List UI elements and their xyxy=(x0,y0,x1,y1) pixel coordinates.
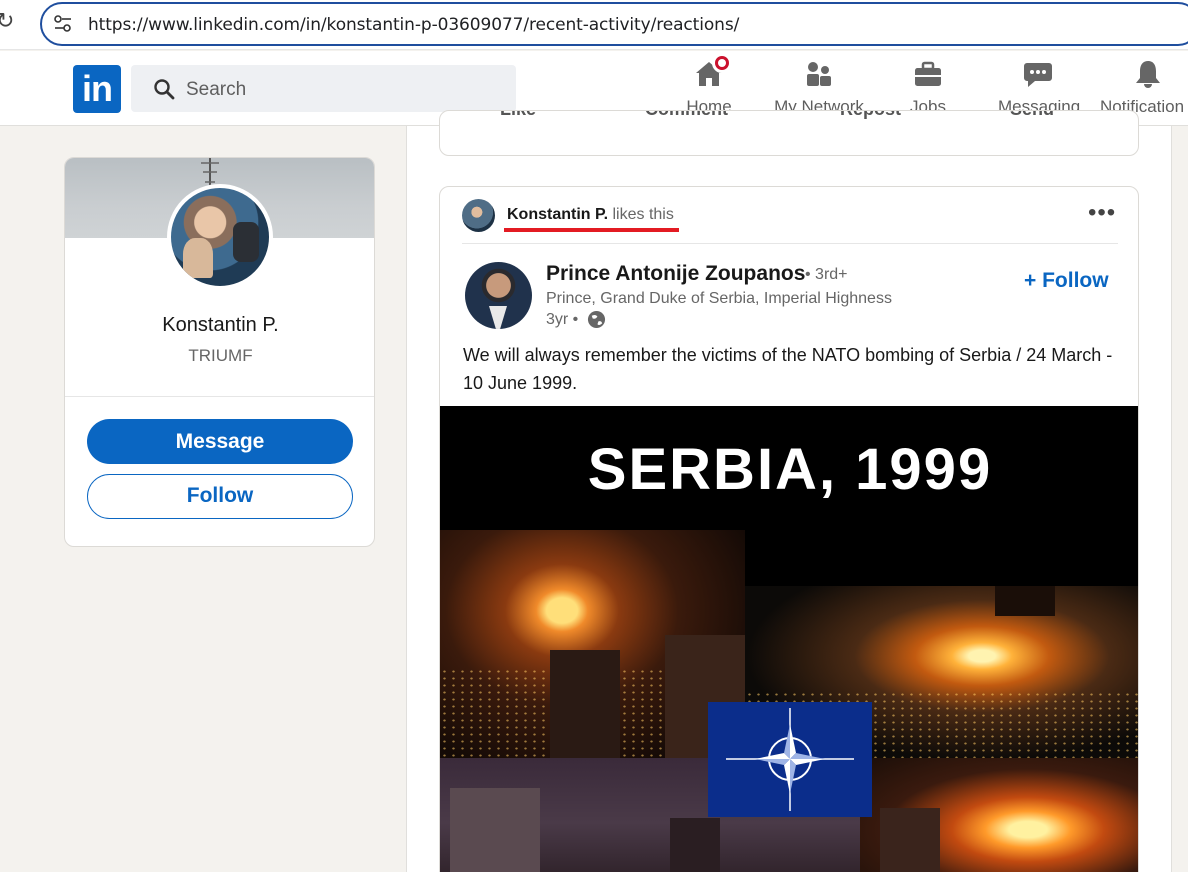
message-button[interactable]: Message xyxy=(87,419,353,464)
more-options-icon[interactable]: ••• xyxy=(1088,199,1116,227)
reaction-header: Konstantin P. likes this ••• xyxy=(440,187,1138,244)
search-placeholder: Search xyxy=(186,79,247,100)
linkedin-logo[interactable]: in xyxy=(73,65,121,113)
author-headline: Prince, Grand Duke of Serbia, Imperial H… xyxy=(546,290,892,307)
author-follow-button[interactable]: + Follow xyxy=(1024,269,1109,293)
profile-avatar[interactable] xyxy=(167,184,273,290)
like-button[interactable]: Like xyxy=(500,111,536,120)
home-icon xyxy=(694,53,732,89)
profile-name[interactable]: Konstantin P. xyxy=(65,314,374,337)
reacted-post-card: Konstantin P. likes this ••• Prince Anto… xyxy=(439,186,1139,872)
repost-button[interactable]: Repost xyxy=(840,111,901,120)
reaction-action: likes this xyxy=(612,206,674,223)
search-input[interactable]: Search xyxy=(131,65,516,112)
author-avatar[interactable] xyxy=(465,262,532,329)
compass-star-icon xyxy=(726,708,854,811)
briefcase-icon xyxy=(913,59,943,89)
profile-follow-button[interactable]: Follow xyxy=(87,474,353,519)
image-title-text: SERBIA, 1999 xyxy=(587,437,993,502)
notification-badge xyxy=(712,53,732,73)
globe-icon xyxy=(587,310,606,329)
reaction-text: Konstantin P. likes this xyxy=(507,206,674,224)
previous-post-card: Like Comment Repost Send xyxy=(439,110,1139,156)
address-bar[interactable]: https://www.linkedin.com/in/konstantin-p… xyxy=(40,2,1188,46)
post-timestamp: 3yr • xyxy=(546,311,579,328)
reload-icon[interactable]: ↻ xyxy=(0,8,14,34)
liker-name[interactable]: Konstantin P. xyxy=(507,206,608,223)
connection-degree: • 3rd+ xyxy=(805,266,848,283)
url-text[interactable]: https://www.linkedin.com/in/konstantin-p… xyxy=(88,15,739,35)
post-image[interactable]: SERBIA, 1999 xyxy=(440,406,1138,872)
divider xyxy=(65,396,374,397)
site-settings-icon[interactable] xyxy=(54,14,72,34)
image-panel-burning-building xyxy=(860,758,1138,872)
author-name[interactable]: Prince Antonije Zoupanos xyxy=(546,262,805,286)
liker-avatar[interactable] xyxy=(462,199,495,232)
search-icon xyxy=(154,79,175,100)
profile-company: TRIUMF xyxy=(188,346,253,365)
profile-card: Konstantin P. TRIUMF Message Follow xyxy=(64,157,375,547)
nato-flag-emblem xyxy=(708,702,872,817)
bell-icon xyxy=(1133,59,1163,89)
comment-button[interactable]: Comment xyxy=(645,111,728,120)
post-action-bar: Like Comment Repost Send xyxy=(440,111,1138,131)
send-button[interactable]: Send xyxy=(1010,111,1054,120)
image-panel-explosion xyxy=(440,530,745,760)
messaging-icon xyxy=(1023,59,1053,89)
divider xyxy=(462,243,1118,244)
post-text: We will always remember the victims of t… xyxy=(463,345,1113,393)
network-icon xyxy=(804,59,834,89)
browser-toolbar: ↻ https://www.linkedin.com/in/konstantin… xyxy=(0,0,1188,50)
highlight-underline xyxy=(504,228,679,232)
